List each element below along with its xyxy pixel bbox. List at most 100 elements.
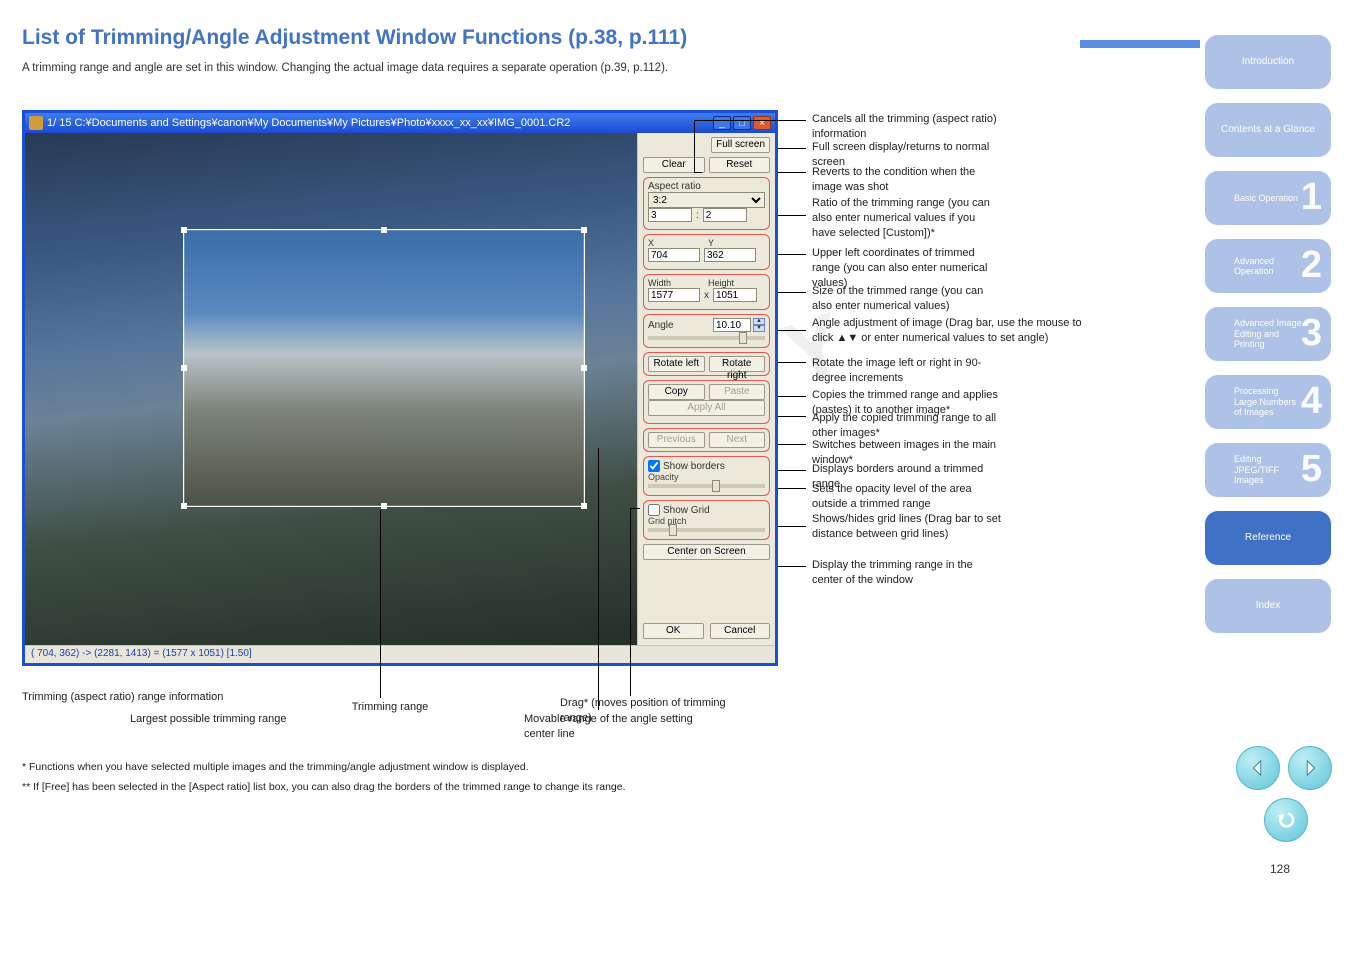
tab-number: 4 xyxy=(1301,380,1322,424)
status-bar: ( 704, 362) -> (2281, 1413) = (1577 x 10… xyxy=(25,645,775,663)
opacity-label: Opacity xyxy=(648,472,765,482)
back-button[interactable] xyxy=(1264,798,1308,842)
image-canvas[interactable] xyxy=(25,133,639,648)
callout: Angle adjustment of image (Drag bar, use… xyxy=(812,316,1102,346)
copy-button[interactable]: Copy xyxy=(648,384,705,400)
center-on-screen-button[interactable]: Center on Screen xyxy=(643,544,770,560)
trimming-range[interactable] xyxy=(183,229,585,507)
show-grid-checkbox[interactable] xyxy=(648,504,660,516)
angle-slider[interactable] xyxy=(648,336,765,340)
aspect-label: Aspect ratio xyxy=(648,181,701,192)
rotate-right-button[interactable]: Rotate right xyxy=(709,356,766,372)
cancel-button[interactable]: Cancel xyxy=(710,623,771,639)
footnote-aspect: ** If [Free] has been selected in the [A… xyxy=(22,780,762,794)
callout: Largest possible trimming range xyxy=(130,712,350,727)
y-label: Y xyxy=(708,238,764,248)
show-borders-label: Show borders xyxy=(663,461,725,472)
close-button[interactable]: × xyxy=(753,116,771,130)
tab-2[interactable]: Advanced Operation2 xyxy=(1204,238,1332,294)
x-input[interactable] xyxy=(648,248,700,262)
colon: : xyxy=(696,210,699,221)
tab-5[interactable]: Editing JPEG/TIFF Images5 xyxy=(1204,442,1332,498)
grid-pitch-slider[interactable] xyxy=(648,528,765,532)
tab-label: Editing JPEG/TIFF Images xyxy=(1234,454,1302,485)
paste-button[interactable]: Paste xyxy=(709,384,766,400)
controls-panel: Full screen Clear Reset Aspect ratio 3:2… xyxy=(637,133,775,645)
tab-introduction[interactable]: Introduction xyxy=(1204,34,1332,90)
fullscreen-button[interactable]: Full screen xyxy=(711,137,770,153)
rotate-left-button[interactable]: Rotate left xyxy=(648,356,705,372)
aspect-select[interactable]: 3:2 xyxy=(648,192,765,208)
tab-1[interactable]: Basic Operation1 xyxy=(1204,170,1332,226)
width-input[interactable] xyxy=(648,288,700,302)
tab-contents[interactable]: Contents at a Glance xyxy=(1204,102,1332,158)
crop-handle[interactable] xyxy=(181,227,187,233)
callout: Display the trimming range in the center… xyxy=(812,558,1002,588)
show-grid-label: Show Grid xyxy=(663,505,710,516)
tab-reference[interactable]: Reference xyxy=(1204,510,1332,566)
angle-up[interactable]: ▲ xyxy=(753,318,765,325)
tab-number: 1 xyxy=(1301,176,1322,220)
minimize-button[interactable]: _ xyxy=(713,116,731,130)
aspect-h-input[interactable] xyxy=(703,208,747,222)
x-label: X xyxy=(648,238,704,248)
y-input[interactable] xyxy=(704,248,756,262)
prev-page-button[interactable] xyxy=(1236,746,1280,790)
aspect-ratio-group: Aspect ratio 3:2 : xyxy=(643,177,770,230)
tab-3[interactable]: Advanced Image Editing and Printing3 xyxy=(1204,306,1332,362)
show-borders-checkbox[interactable] xyxy=(648,460,660,472)
tab-label: Contents at a Glance xyxy=(1208,124,1328,136)
crop-handle[interactable] xyxy=(581,365,587,371)
tab-number: 3 xyxy=(1301,312,1322,356)
tab-label: Basic Operation xyxy=(1234,193,1302,203)
width-label: Width xyxy=(648,278,704,288)
crop-handle[interactable] xyxy=(581,503,587,509)
callout: Cancels all the trimming (aspect ratio) … xyxy=(812,112,1002,142)
next-page-button[interactable] xyxy=(1288,746,1332,790)
tab-4[interactable]: Processing Large Numbers of Images4 xyxy=(1204,374,1332,430)
trimming-window: 1/ 15 C:¥Documents and Settings¥canon¥My… xyxy=(22,110,778,666)
tab-number: 2 xyxy=(1301,244,1322,288)
page-title: List of Trimming/Angle Adjustment Window… xyxy=(22,26,687,50)
tab-index[interactable]: Index xyxy=(1204,578,1332,634)
grid-pitch-label: Grid pitch xyxy=(648,516,765,526)
reset-button[interactable]: Reset xyxy=(709,157,771,173)
callout: Reverts to the condition when the image … xyxy=(812,165,1002,195)
callout: Rotate the image left or right in 90-deg… xyxy=(812,356,1002,386)
header-accent xyxy=(1080,40,1200,48)
tab-label: Processing Large Numbers of Images xyxy=(1234,386,1302,417)
maximize-button[interactable]: □ xyxy=(733,116,751,130)
crop-handle[interactable] xyxy=(381,227,387,233)
page-number: 128 xyxy=(1270,862,1290,876)
callout: Apply the copied trimming range to all o… xyxy=(812,411,1002,441)
tab-label: Advanced Image Editing and Printing xyxy=(1234,318,1302,349)
ok-button[interactable]: OK xyxy=(643,623,704,639)
previous-button[interactable]: Previous xyxy=(648,432,705,448)
page-intro: A trimming range and angle are set in th… xyxy=(22,60,668,77)
apply-all-button[interactable]: Apply All xyxy=(648,400,765,416)
crop-handle[interactable] xyxy=(181,503,187,509)
next-button[interactable]: Next xyxy=(709,432,766,448)
grid-group: Show Grid Grid pitch xyxy=(643,500,770,540)
angle-label: Angle xyxy=(648,320,674,331)
callout: Sets the opacity level of the area outsi… xyxy=(812,482,1002,512)
border-group: Show borders Opacity xyxy=(643,456,770,496)
crop-handle[interactable] xyxy=(581,227,587,233)
titlebar: 1/ 15 C:¥Documents and Settings¥canon¥My… xyxy=(25,113,775,133)
aspect-w-input[interactable] xyxy=(648,208,692,222)
angle-down[interactable]: ▼ xyxy=(753,325,765,332)
tab-number: 5 xyxy=(1301,448,1322,492)
copy-group: Copy Paste Apply All xyxy=(643,380,770,424)
angle-input[interactable] xyxy=(713,318,751,332)
opacity-slider[interactable] xyxy=(648,484,765,488)
callout: Trimming (aspect ratio) range informatio… xyxy=(22,690,282,705)
tab-label: Introduction xyxy=(1208,56,1328,68)
angle-group: Angle ▲▼ xyxy=(643,314,770,348)
prevnext-group: Previous Next xyxy=(643,428,770,452)
height-input[interactable] xyxy=(713,288,757,302)
crop-handle[interactable] xyxy=(181,365,187,371)
callout: Size of the trimmed range (you can also … xyxy=(812,284,1002,314)
crop-handle[interactable] xyxy=(381,503,387,509)
camera-icon xyxy=(29,116,43,130)
clear-button[interactable]: Clear xyxy=(643,157,705,173)
